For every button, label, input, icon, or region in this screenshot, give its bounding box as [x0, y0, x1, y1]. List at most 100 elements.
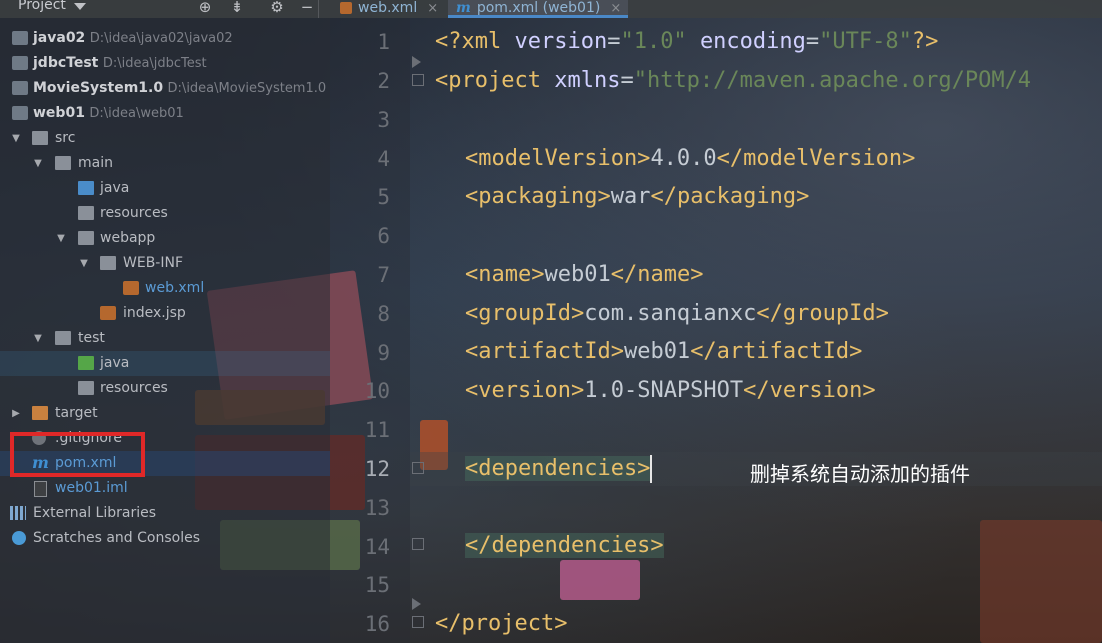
web-folder-icon — [78, 231, 94, 245]
tree-item-label: jdbcTest — [33, 55, 99, 71]
expand-arrow-icon[interactable]: ▼ — [55, 226, 67, 251]
folder-icon — [55, 331, 71, 345]
tree-item-java02[interactable]: java02 D:\idea\java02\java02 — [0, 26, 330, 51]
highlight-box — [10, 432, 145, 477]
code-line-10[interactable]: <version>1.0-SNAPSHOT</version> — [465, 376, 876, 406]
libraries-icon — [10, 506, 26, 520]
tree-item-index-jsp[interactable]: index.jsp — [0, 301, 330, 326]
folder-icon — [32, 406, 48, 420]
tree-item-scratches[interactable]: Scratches and Consoles — [0, 526, 330, 551]
source-folder-icon — [78, 181, 94, 195]
annotation-text: 删掉系统自动添加的插件 — [750, 462, 970, 486]
fold-arrow-icon[interactable] — [412, 598, 421, 610]
tree-item-label: webapp — [100, 230, 156, 246]
tree-item-label: target — [55, 405, 98, 421]
tree-item-java-main[interactable]: java — [0, 176, 330, 201]
module-icon — [12, 81, 28, 95]
tree-item-external-libraries[interactable]: External Libraries — [0, 501, 330, 526]
tree-item-main[interactable]: ▼ main — [0, 151, 330, 176]
background-sign — [560, 560, 640, 600]
tree-item-path: D:\idea\MovieSystem1.0 — [167, 81, 327, 96]
tree-item-label: MovieSystem1.0 — [33, 80, 164, 96]
line-number: 6 — [377, 224, 390, 248]
folder-icon — [32, 131, 48, 145]
tree-item-moviesystem[interactable]: MovieSystem1.0 D:\idea\MovieSystem1.0 — [0, 76, 330, 101]
expand-arrow-icon[interactable]: ▼ — [78, 251, 90, 276]
fold-marker-icon[interactable] — [412, 616, 424, 628]
tab-pom-xml[interactable]: m pom.xml (web01) × — [448, 0, 628, 18]
maven-icon: m — [456, 0, 471, 16]
code-line-14[interactable]: </dependencies> — [465, 531, 664, 561]
project-toolbar: Project ⊕ ⇟ ⚙ − — [0, 0, 330, 18]
tree-item-jdbctest[interactable]: jdbcTest D:\idea\jdbcTest — [0, 51, 330, 76]
resources-folder-icon — [78, 206, 94, 220]
scratches-icon — [12, 531, 26, 545]
code-line-8[interactable]: <groupId>com.sanqianxc</groupId> — [465, 299, 889, 329]
tree-item-resources-test[interactable]: resources — [0, 376, 330, 401]
line-number: 4 — [377, 147, 390, 171]
fold-marker-icon[interactable] — [412, 74, 424, 86]
background-sign — [980, 520, 1102, 643]
collapse-icon[interactable]: ⇟ — [228, 0, 246, 16]
tree-item-target[interactable]: ▶ target — [0, 401, 330, 426]
project-panel-title[interactable]: Project — [18, 0, 66, 13]
line-number: 16 — [364, 612, 390, 636]
code-line-12[interactable]: <dependencies> — [465, 454, 653, 484]
line-number: 10 — [364, 379, 390, 403]
code-line-5[interactable]: <packaging>war</packaging> — [465, 182, 809, 212]
tree-item-test[interactable]: ▼ test — [0, 326, 330, 351]
tree-item-label: External Libraries — [33, 505, 156, 521]
code-line-9[interactable]: <artifactId>web01</artifactId> — [465, 337, 862, 367]
tree-item-label: web01.iml — [55, 480, 128, 496]
line-number: 13 — [364, 496, 390, 520]
tree-item-label: src — [55, 130, 76, 146]
fold-marker-icon[interactable] — [412, 538, 424, 550]
code-line-1[interactable]: <?xml version="1.0" encoding="UTF-8"?> — [435, 27, 938, 57]
code-line-4[interactable]: <modelVersion>4.0.0</modelVersion> — [465, 144, 915, 174]
tree-item-web-xml[interactable]: web.xml — [0, 276, 330, 301]
iml-file-icon — [34, 481, 47, 497]
collapse-arrow-icon[interactable]: ▶ — [10, 401, 22, 426]
line-number: 5 — [377, 185, 390, 209]
chevron-down-icon[interactable] — [74, 3, 86, 10]
tab-web-xml[interactable]: web.xml × — [340, 0, 445, 18]
jsp-file-icon — [100, 306, 116, 320]
tab-label: pom.xml (web01) — [476, 0, 601, 16]
tree-item-web01-iml[interactable]: web01.iml — [0, 476, 330, 501]
line-number: 7 — [377, 263, 390, 287]
tree-item-label: index.jsp — [123, 305, 186, 321]
minimize-icon[interactable]: − — [298, 0, 316, 16]
module-icon — [12, 106, 28, 120]
folder-icon — [55, 156, 71, 170]
tree-item-label: Scratches and Consoles — [33, 530, 200, 546]
tree-item-resources-main[interactable]: resources — [0, 201, 330, 226]
tree-item-web01[interactable]: web01 D:\idea\web01 — [0, 101, 330, 126]
tree-item-src[interactable]: ▼ src — [0, 126, 330, 151]
expand-arrow-icon[interactable]: ▼ — [32, 151, 44, 176]
xml-file-icon — [340, 2, 352, 14]
fold-marker-icon[interactable] — [412, 462, 424, 474]
expand-arrow-icon[interactable]: ▼ — [32, 326, 44, 351]
text-caret — [650, 455, 653, 483]
tree-item-path: D:\idea\java02\java02 — [89, 31, 233, 46]
code-line-2[interactable]: <project xmlns="http://maven.apache.org/… — [435, 66, 1031, 96]
folder-icon — [100, 256, 116, 270]
close-icon[interactable]: × — [427, 1, 438, 16]
code-line-7[interactable]: <name>web01</name> — [465, 260, 703, 290]
gear-icon[interactable]: ⚙ — [268, 0, 286, 16]
test-folder-icon — [78, 356, 94, 370]
line-number: 15 — [364, 573, 390, 597]
fold-arrow-icon[interactable] — [412, 56, 421, 68]
toolbar-divider — [318, 0, 319, 18]
expand-arrow-icon[interactable]: ▼ — [10, 126, 22, 151]
tree-item-webapp[interactable]: ▼ webapp — [0, 226, 330, 251]
tree-item-java-test[interactable]: java — [0, 351, 330, 376]
module-icon — [12, 56, 28, 70]
editor-tabs: web.xml × m pom.xml (web01) × — [330, 0, 1102, 18]
close-icon[interactable]: × — [610, 1, 621, 16]
module-icon — [12, 31, 28, 45]
project-panel: Project ⊕ ⇟ ⚙ − java02 D:\idea\java02\ja… — [0, 0, 330, 643]
crosshair-icon[interactable]: ⊕ — [196, 0, 214, 16]
code-line-16[interactable]: </project> — [435, 609, 567, 639]
tree-item-web-inf[interactable]: ▼ WEB-INF — [0, 251, 330, 276]
